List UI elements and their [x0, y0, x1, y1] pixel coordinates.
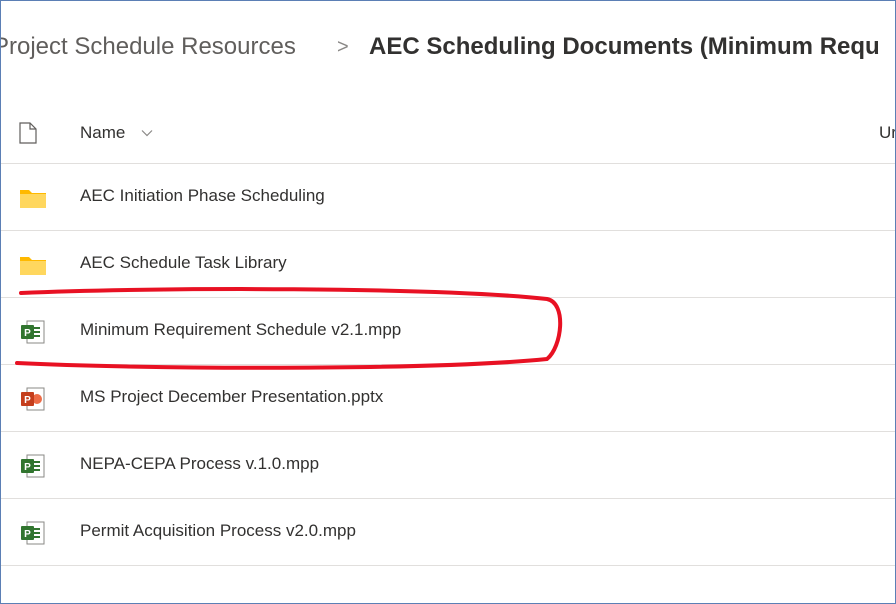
file-name[interactable]: MS Project December Presentation.pptx [80, 387, 383, 407]
svg-text:P: P [24, 529, 31, 540]
folder-icon [20, 190, 46, 208]
svg-text:P: P [24, 395, 31, 406]
breadcrumb-separator: > [337, 36, 349, 58]
chevron-down-icon[interactable] [140, 126, 154, 140]
file-row[interactable]: P NEPA-CEPA Process v.1.0.mpp [1, 432, 895, 499]
file-name[interactable]: NEPA-CEPA Process v.1.0.mpp [80, 454, 319, 474]
breadcrumb-parent-link[interactable]: Project Schedule Resources [1, 29, 296, 65]
project-file-icon: P [21, 521, 45, 545]
file-name[interactable]: Permit Acquisition Process v2.0.mpp [80, 521, 356, 541]
file-row[interactable]: AEC Initiation Phase Scheduling [1, 164, 895, 231]
modified-column-header[interactable]: Ur [879, 123, 895, 143]
powerpoint-file-icon: P [21, 387, 45, 411]
project-file-icon: P [21, 454, 45, 478]
file-type-header-icon[interactable] [19, 122, 37, 144]
file-name[interactable]: AEC Schedule Task Library [80, 253, 287, 273]
file-list: AEC Initiation Phase Scheduling AEC Sche… [1, 164, 895, 566]
column-header-row: Name Ur [1, 105, 895, 164]
breadcrumb-current: AEC Scheduling Documents (Minimum Requ [369, 33, 880, 60]
file-name[interactable]: Minimum Requirement Schedule v2.1.mpp [80, 320, 401, 340]
file-row[interactable]: AEC Schedule Task Library [1, 231, 895, 298]
document-library-view: Project Schedule Resources > AEC Schedul… [0, 0, 896, 604]
svg-text:P: P [24, 462, 31, 473]
file-row[interactable]: P Minimum Requirement Schedule v2.1.mpp [1, 298, 895, 365]
file-row[interactable]: P Permit Acquisition Process v2.0.mpp [1, 499, 895, 566]
file-name[interactable]: AEC Initiation Phase Scheduling [80, 186, 325, 206]
svg-text:P: P [24, 328, 31, 339]
folder-icon [20, 257, 46, 275]
name-column-header[interactable]: Name [80, 123, 125, 143]
project-file-icon: P [21, 320, 45, 344]
file-row[interactable]: P MS Project December Presentation.pptx [1, 365, 895, 432]
